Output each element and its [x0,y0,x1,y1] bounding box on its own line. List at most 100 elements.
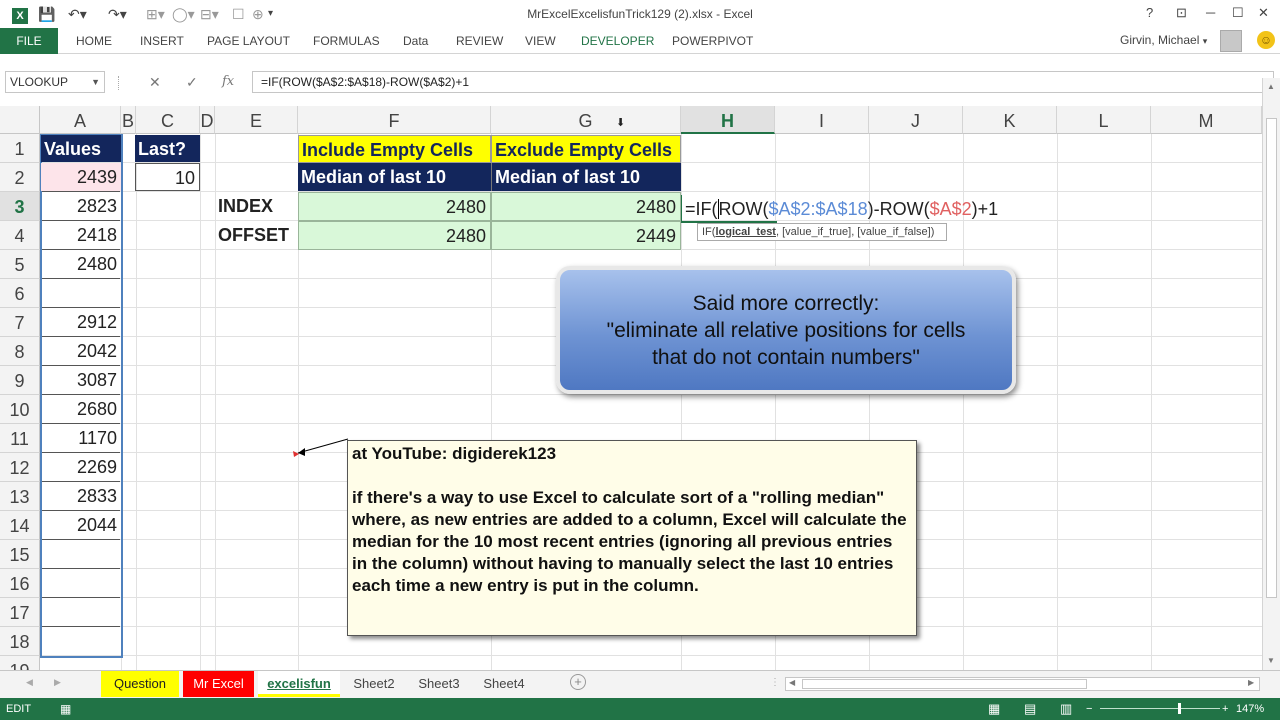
column-header-c[interactable]: C [136,106,200,134]
sheet-tab-sheet4[interactable]: Sheet4 [474,671,534,697]
cell-g3[interactable]: 2480 [491,192,681,221]
row-header-11[interactable]: 11 [0,424,40,453]
tab-review[interactable]: REVIEW [456,28,503,54]
zoom-level[interactable]: 147% [1236,698,1264,720]
row-header-17[interactable]: 17 [0,598,40,627]
row-header-6[interactable]: 6 [0,279,40,308]
cell-a10[interactable]: 2680 [41,395,121,423]
tooltip-arg[interactable]: logical_test [715,226,776,238]
zoom-in-icon[interactable]: + [1222,698,1228,720]
scroll-up-icon[interactable]: ▲ [1267,82,1275,91]
scroll-left-icon[interactable]: ◀ [789,678,795,687]
row-header-19[interactable]: 19 [0,656,40,670]
scroll-tabs-left-icon[interactable]: ◀ [26,677,33,688]
user-name[interactable]: Girvin, Michael ▾ [1120,33,1207,47]
cell-a14[interactable]: 2044 [41,511,121,539]
sheet-tab-mr-excel[interactable]: Mr Excel [183,671,254,697]
tab-formulas[interactable]: FORMULAS [313,28,380,54]
cell-f4[interactable]: 2480 [298,221,491,250]
row-header-1[interactable]: 1 [0,134,40,163]
cell-a11[interactable]: 1170 [41,424,121,452]
maximize-button[interactable]: ☐ [1232,5,1244,21]
vertical-scrollbar[interactable]: ▲ ▼ [1262,78,1280,670]
column-header-l[interactable]: L [1057,106,1151,134]
tab-powerpivot[interactable]: POWERPIVOT [672,28,753,54]
cell-c2[interactable]: 10 [135,163,200,191]
cell-a1[interactable]: Values [41,135,121,162]
zoom-slider[interactable] [1100,708,1220,709]
cell-e3[interactable]: INDEX [217,192,297,220]
cell-g4[interactable]: 2449 [491,221,681,250]
cell-f3[interactable]: 2480 [298,192,491,221]
cell-g2[interactable]: Median of last 10 [491,163,681,191]
column-header-b[interactable]: B [121,106,136,134]
page-layout-view-icon[interactable]: ▤ [1024,698,1036,720]
tab-page-layout[interactable]: PAGE LAYOUT [207,28,290,54]
cell-a3[interactable]: 2823 [41,192,121,220]
name-box[interactable]: VLOOKUP ▼ [5,71,105,93]
column-header-j[interactable]: J [869,106,963,134]
new-sheet-icon[interactable]: + [570,674,586,690]
cell-h3-editor[interactable]: =IF(ROW($A$2:$A$18)-ROW($A$2)+1 [681,195,1026,223]
scroll-down-icon[interactable]: ▼ [1267,656,1275,665]
tab-developer[interactable]: DEVELOPER [581,28,654,54]
row-header-16[interactable]: 16 [0,569,40,598]
callout-shape[interactable]: Said more correctly: "eliminate all rela… [556,266,1016,394]
row-header-7[interactable]: 7 [0,308,40,337]
column-header-f[interactable]: F [298,106,491,134]
column-header-k[interactable]: K [963,106,1057,134]
tab-home[interactable]: HOME [76,28,112,54]
row-header-15[interactable]: 15 [0,540,40,569]
avatar[interactable] [1220,30,1242,52]
formula-input[interactable]: =IF(ROW($A$2:$A$18)-ROW($A$2)+1 [252,71,1274,93]
cell-c1[interactable]: Last? [135,135,200,162]
sheet-tab-sheet2[interactable]: Sheet2 [344,671,404,697]
minimize-button[interactable]: ─ [1206,5,1215,20]
row-header-3[interactable]: 3 [0,192,40,221]
row-header-4[interactable]: 4 [0,221,40,250]
tab-data[interactable]: Data [403,28,428,54]
row-header-8[interactable]: 8 [0,337,40,366]
function-tooltip[interactable]: IF(logical_test, [value_if_true], [value… [697,223,947,241]
tab-view[interactable]: VIEW [525,28,556,54]
scroll-thumb[interactable] [1266,118,1277,598]
cell-a9[interactable]: 3087 [41,366,121,394]
enter-icon[interactable]: ✓ [186,74,198,91]
row-header-18[interactable]: 18 [0,627,40,656]
tab-insert[interactable]: INSERT [140,28,184,54]
cell-a12[interactable]: 2269 [41,453,121,481]
zoom-out-icon[interactable]: − [1086,698,1092,720]
page-break-view-icon[interactable]: ▥ [1060,698,1072,720]
insert-function-icon[interactable]: fx [222,74,234,89]
horizontal-scroll-thumb[interactable] [802,679,1087,689]
ribbon-display-icon[interactable]: ⊡ [1176,5,1187,21]
chevron-down-icon[interactable]: ▼ [91,72,100,92]
sheet-tab-sheet3[interactable]: Sheet3 [409,671,469,697]
macro-record-icon[interactable]: ▦ [60,698,71,720]
row-header-14[interactable]: 14 [0,511,40,540]
help-icon[interactable]: ? [1146,5,1153,20]
row-header-12[interactable]: 12 [0,453,40,482]
cell-f1[interactable]: Include Empty Cells [298,135,491,163]
comment-box[interactable]: at YouTube: digiderek123 if there's a wa… [347,440,917,636]
scroll-tabs-right-icon[interactable]: ▶ [54,677,61,688]
column-header-e[interactable]: E [215,106,298,134]
cell-a4[interactable]: 2418 [41,221,121,249]
column-header-g[interactable]: G [491,106,681,134]
cell-e4[interactable]: OFFSET [217,221,297,249]
scroll-right-icon[interactable]: ▶ [1248,678,1254,687]
select-all-corner[interactable] [0,106,40,134]
column-header-m[interactable]: M [1151,106,1262,134]
column-header-i[interactable]: I [775,106,869,134]
row-header-13[interactable]: 13 [0,482,40,511]
cell-g1[interactable]: Exclude Empty Cells [491,135,681,163]
zoom-slider-thumb[interactable] [1178,703,1181,714]
row-header-9[interactable]: 9 [0,366,40,395]
smiley-feedback-icon[interactable]: ☺ [1257,31,1275,49]
cell-a13[interactable]: 2833 [41,482,121,510]
row-header-2[interactable]: 2 [0,163,40,192]
horizontal-scrollbar[interactable]: ◀ ▶ [785,677,1260,691]
cell-a2[interactable]: 2439 [41,163,121,191]
row-header-5[interactable]: 5 [0,250,40,279]
sheet-tab-excelisfun[interactable]: excelisfun [258,671,340,697]
